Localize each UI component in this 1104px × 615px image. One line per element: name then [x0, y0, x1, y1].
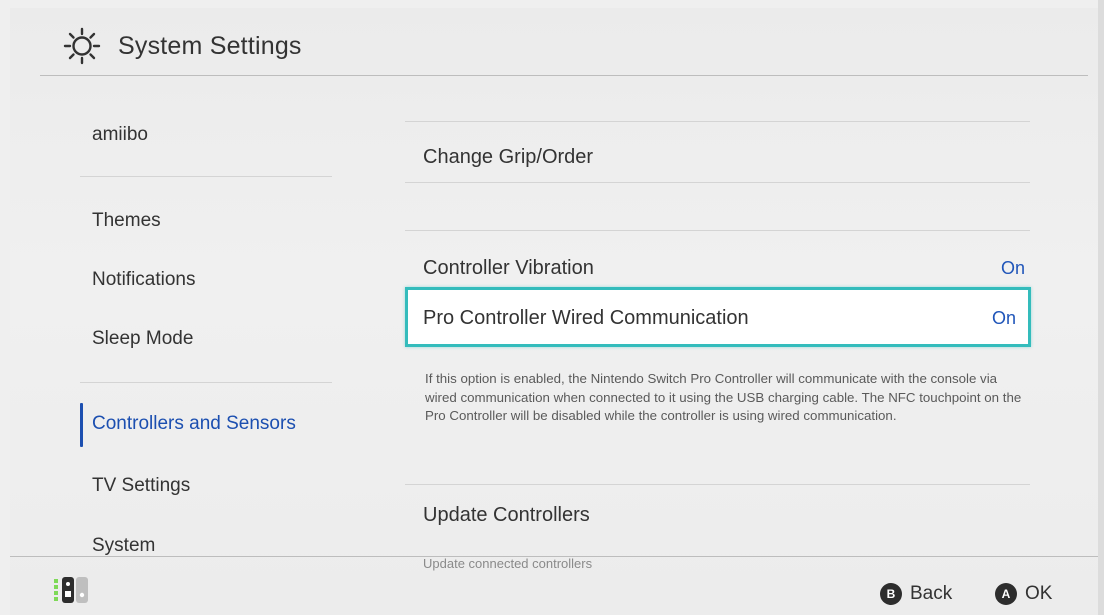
setting-label: Change Grip/Order	[423, 146, 594, 168]
page-title: System Settings	[118, 32, 302, 60]
sidebar-item-system[interactable]: System	[92, 535, 155, 557]
system-settings-screen: System Settings amiibo Themes Notificati…	[10, 8, 1100, 615]
sidebar-item-controllers-and-sensors[interactable]: Controllers and Sensors	[92, 413, 296, 435]
selection-indicator	[80, 403, 83, 447]
setting-row-pro-controller-wired-communication[interactable]: Pro Controller Wired Communication On	[405, 287, 1031, 347]
gear-icon	[63, 27, 101, 65]
a-button-icon: A	[995, 583, 1017, 605]
sidebar-item-tv-settings[interactable]: TV Settings	[92, 475, 190, 497]
b-button-icon: B	[880, 583, 902, 605]
setting-label: Pro Controller Wired Communication	[423, 307, 749, 329]
sidebar-item-notifications[interactable]: Notifications	[92, 269, 196, 291]
row-divider	[405, 121, 1030, 122]
sidebar-divider	[80, 382, 332, 383]
sidebar: amiibo Themes Notifications Sleep Mode C…	[10, 76, 350, 556]
header: System Settings	[10, 8, 1100, 76]
ok-hint[interactable]: A OK	[995, 583, 1052, 605]
sidebar-divider	[80, 176, 332, 177]
row-divider	[405, 182, 1030, 183]
row-divider	[405, 484, 1030, 485]
setting-description: If this option is enabled, the Nintendo …	[425, 371, 1022, 423]
joycon-icon	[54, 577, 88, 603]
screen-bezel	[1098, 0, 1104, 615]
setting-label: Controller Vibration	[423, 257, 594, 279]
back-label: Back	[910, 583, 953, 604]
back-hint[interactable]: B Back	[880, 583, 952, 605]
sidebar-item-sleep-mode[interactable]: Sleep Mode	[92, 328, 193, 350]
setting-label: Update Controllers	[423, 504, 590, 526]
row-divider	[405, 230, 1030, 231]
setting-value: On	[991, 308, 1016, 328]
ok-label: OK	[1025, 583, 1053, 604]
sidebar-item-amiibo[interactable]: amiibo	[92, 124, 148, 146]
sidebar-item-themes[interactable]: Themes	[92, 210, 161, 232]
settings-panel: Change Grip/Order Controller Vibration O…	[405, 76, 1045, 571]
footer: B Back A OK	[10, 557, 1100, 615]
setting-value: On	[1000, 258, 1025, 278]
